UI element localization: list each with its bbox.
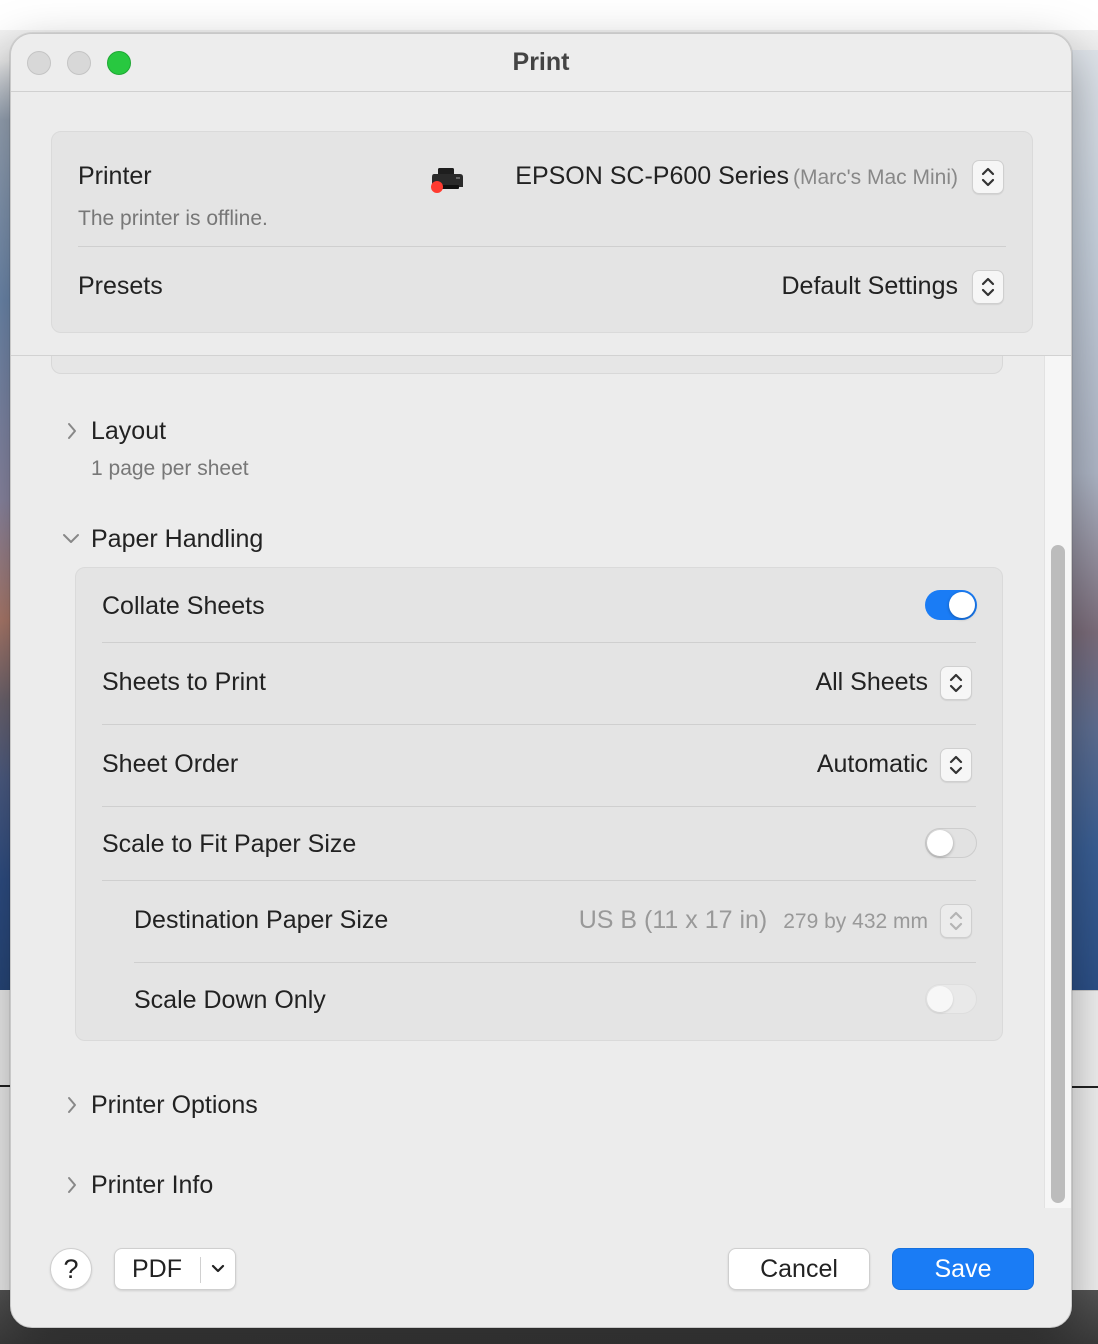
row-separator — [134, 962, 976, 963]
destination-paper-size-stepper — [940, 904, 972, 938]
row-separator — [102, 724, 976, 725]
window-title: Print — [512, 48, 570, 76]
presets-label: Presets — [78, 272, 163, 300]
chevron-down-icon[interactable] — [210, 1263, 226, 1275]
printer-icon — [431, 168, 463, 193]
title-bar: Print — [11, 34, 1071, 92]
toggle-knob — [927, 986, 953, 1012]
destination-paper-size-label: Destination Paper Size — [134, 906, 389, 934]
sheets-to-print-value[interactable]: All Sheets — [815, 668, 928, 697]
sheet-order-stepper[interactable] — [940, 748, 972, 782]
printer-popup-stepper[interactable] — [972, 160, 1004, 194]
scale-to-fit-label: Scale to Fit Paper Size — [102, 830, 357, 858]
paper-handling-card: Collate Sheets Sheets to Print All Sheet… — [75, 567, 1003, 1041]
printer-label: Printer — [78, 162, 152, 190]
sheets-to-print-stepper[interactable] — [940, 666, 972, 700]
printer-select[interactable]: EPSON SC-P600 Series (Marc's Mac Mini) — [515, 162, 958, 191]
up-down-chevron-icon — [949, 755, 963, 775]
sheet-order-value[interactable]: Automatic — [817, 750, 928, 779]
scale-down-only-toggle — [925, 984, 977, 1014]
scrolled-card-edge — [51, 356, 1003, 374]
printer-host: (Marc's Mac Mini) — [792, 166, 958, 189]
toggle-knob — [927, 830, 953, 856]
toggle-knob — [949, 592, 975, 618]
desktop-wallpaper-strip — [1072, 50, 1098, 990]
printer-presets-card: Printer The printer is offline. EPSON SC… — [51, 131, 1033, 333]
up-down-chevron-icon — [949, 673, 963, 693]
chevron-right-icon[interactable] — [65, 1175, 79, 1195]
chevron-right-icon[interactable] — [65, 421, 79, 441]
row-separator — [102, 880, 976, 881]
offline-status-dot — [431, 181, 443, 193]
scrollbar-thumb[interactable] — [1051, 545, 1065, 1203]
row-separator — [102, 806, 976, 807]
help-button[interactable]: ? — [50, 1248, 92, 1290]
printer-options-section-title[interactable]: Printer Options — [91, 1091, 258, 1120]
print-dialog: Print Printer The printer is offline. EP… — [10, 33, 1072, 1328]
row-separator — [78, 246, 1006, 247]
pdf-menu-button[interactable]: PDF — [114, 1248, 236, 1290]
cancel-button[interactable]: Cancel — [728, 1248, 870, 1290]
chevron-down-icon[interactable] — [61, 531, 81, 545]
sheet-order-label: Sheet Order — [102, 750, 239, 778]
printer-info-section-title[interactable]: Printer Info — [91, 1171, 213, 1200]
collate-sheets-toggle[interactable] — [925, 590, 977, 620]
printer-name: EPSON SC-P600 Series — [515, 162, 789, 190]
row-separator — [102, 642, 976, 643]
layout-summary: 1 page per sheet — [91, 457, 249, 480]
scale-to-fit-toggle[interactable] — [925, 828, 977, 858]
pdf-button-label: PDF — [132, 1255, 182, 1283]
destination-paper-size-value: US B (11 x 17 in) 279 by 432 mm — [579, 906, 928, 935]
up-down-chevron-icon — [949, 911, 963, 931]
chevron-right-icon[interactable] — [65, 1095, 79, 1115]
destination-paper-dims: 279 by 432 mm — [783, 910, 928, 933]
presets-popup-stepper[interactable] — [972, 270, 1004, 304]
sheets-to-print-label: Sheets to Print — [102, 668, 266, 696]
printer-status: The printer is offline. — [78, 207, 268, 230]
up-down-chevron-icon — [981, 167, 995, 187]
paper-handling-section-title[interactable]: Paper Handling — [91, 525, 263, 554]
destination-paper-size-name: US B (11 x 17 in) — [578, 906, 768, 934]
save-button[interactable]: Save — [892, 1248, 1034, 1290]
background-window-edge — [1072, 990, 1098, 1290]
presets-value[interactable]: Default Settings — [782, 272, 959, 301]
up-down-chevron-icon — [981, 277, 995, 297]
layout-section-title[interactable]: Layout — [91, 417, 166, 446]
pdf-button-divider — [200, 1257, 201, 1283]
scale-down-only-label: Scale Down Only — [134, 986, 326, 1014]
collate-sheets-label: Collate Sheets — [102, 592, 265, 620]
